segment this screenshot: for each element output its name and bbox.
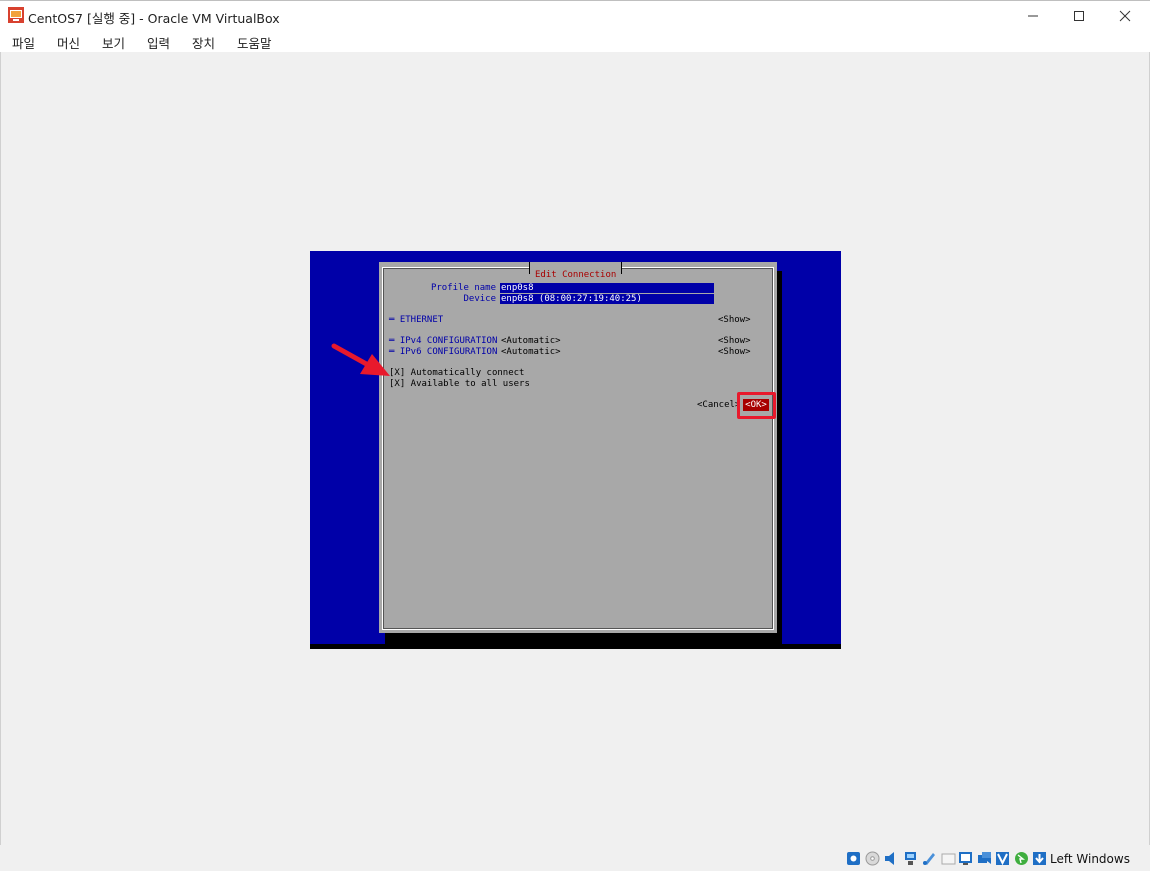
dialog-title: Edit Connection bbox=[535, 270, 617, 280]
ipv4-show-button[interactable]: <Show> bbox=[718, 336, 751, 347]
dialog-shadow-bottom bbox=[385, 633, 782, 644]
recording-icon[interactable] bbox=[977, 851, 992, 866]
minimize-icon bbox=[1028, 15, 1038, 17]
console-bottom-strip bbox=[310, 644, 841, 649]
close-icon bbox=[1119, 10, 1131, 22]
auto-connect-checkbox[interactable]: [X] Automatically connect bbox=[389, 368, 524, 379]
minimize-button[interactable] bbox=[1010, 1, 1056, 31]
mouse-integration-icon[interactable] bbox=[1014, 851, 1029, 866]
ipv6-mode-dropdown[interactable]: <Automatic> bbox=[501, 347, 561, 358]
maximize-icon bbox=[1074, 11, 1084, 21]
harddisk-icon[interactable] bbox=[846, 851, 861, 866]
profile-name-input[interactable]: enp0s8 bbox=[500, 283, 714, 293]
menu-file[interactable]: 파일 bbox=[12, 33, 35, 52]
cancel-button[interactable]: <Cancel> bbox=[697, 400, 740, 411]
annotation-arrow-icon bbox=[331, 343, 390, 376]
all-users-checkbox[interactable]: [X] Available to all users bbox=[389, 379, 530, 390]
menu-help[interactable]: 도움말 bbox=[237, 33, 272, 52]
menu-view[interactable]: 보기 bbox=[102, 33, 125, 52]
window-title: CentOS7 [실행 중] - Oracle VM VirtualBox bbox=[28, 11, 280, 26]
window-titlebar[interactable]: CentOS7 [실행 중] - Oracle VM VirtualBox bbox=[0, 0, 1150, 30]
virtualization-icon[interactable] bbox=[995, 851, 1010, 866]
keyboard-capture-icon[interactable] bbox=[1032, 851, 1047, 866]
ipv4-mode-dropdown[interactable]: <Automatic> bbox=[501, 336, 561, 347]
menu-input[interactable]: 입력 bbox=[147, 33, 170, 52]
shared-folders-icon[interactable] bbox=[941, 851, 956, 866]
network-icon[interactable] bbox=[903, 851, 918, 866]
usb-icon[interactable] bbox=[922, 851, 937, 866]
menu-devices[interactable]: 장치 bbox=[192, 33, 215, 52]
maximize-button[interactable] bbox=[1056, 1, 1102, 31]
dialog-title-box: Edit Connection bbox=[529, 262, 623, 280]
ipv6-show-button[interactable]: <Show> bbox=[718, 347, 751, 358]
device-input[interactable]: enp0s8 (08:00:27:19:40:25) bbox=[500, 294, 714, 304]
ethernet-show-button[interactable]: <Show> bbox=[718, 315, 751, 326]
device-label: Device bbox=[463, 294, 496, 304]
window-left-border bbox=[0, 52, 1, 871]
ipv4-section-label: ═ IPv4 CONFIGURATION bbox=[389, 336, 498, 346]
virtualbox-vm-icon bbox=[8, 7, 24, 23]
host-key-label: Left Windows bbox=[1050, 852, 1130, 866]
ethernet-section-label: ═ ETHERNET bbox=[389, 315, 444, 325]
menu-machine[interactable]: 머신 bbox=[57, 33, 80, 52]
menu-bar: 파일 머신 보기 입력 장치 도움말 bbox=[0, 30, 1150, 52]
audio-icon[interactable] bbox=[884, 851, 899, 866]
optical-drive-icon[interactable] bbox=[865, 851, 880, 866]
profile-name-label: Profile name bbox=[430, 283, 496, 293]
ok-highlight-box bbox=[737, 392, 776, 419]
display-icon[interactable] bbox=[958, 851, 973, 866]
ipv6-section-label: ═ IPv6 CONFIGURATION bbox=[389, 347, 498, 357]
close-button[interactable] bbox=[1102, 1, 1148, 31]
